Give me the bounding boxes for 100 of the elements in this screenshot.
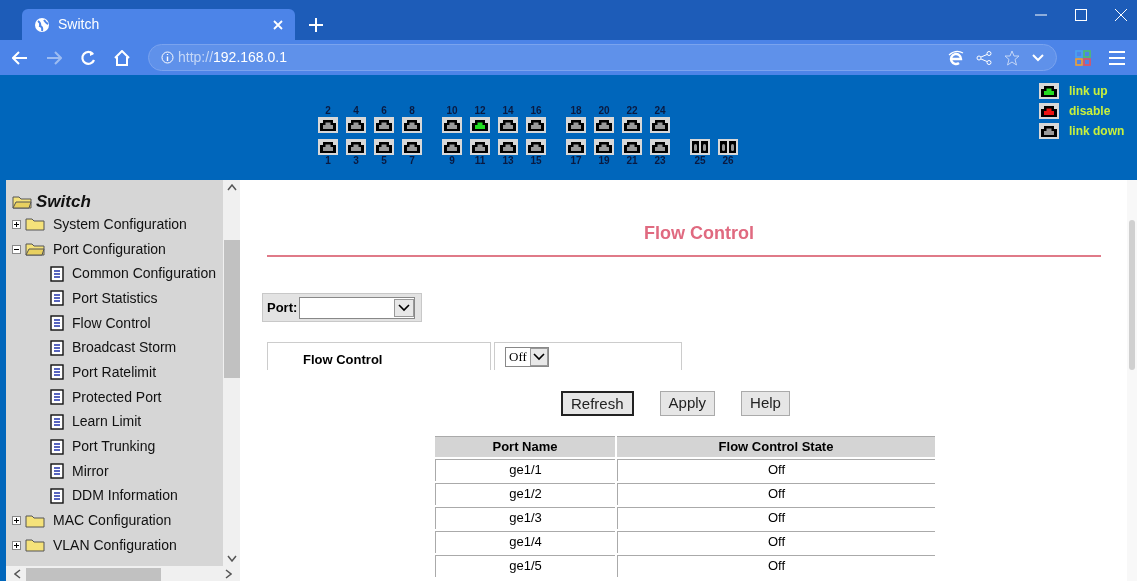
port-number: 16 — [530, 105, 542, 117]
port-number: 10 — [446, 105, 458, 117]
port-label: Port: — [267, 298, 298, 317]
star-icon[interactable] — [1004, 49, 1020, 66]
setting-label: Flow Control — [303, 350, 383, 369]
expand-icon[interactable] — [12, 516, 21, 526]
ethernet-port-icon — [402, 139, 422, 155]
setting-dropdown[interactable]: Off — [505, 346, 549, 367]
form-button[interactable]: Help — [741, 391, 790, 416]
document-icon — [50, 290, 64, 307]
ethernet-port-icon — [374, 117, 394, 133]
close-icon[interactable] — [273, 19, 283, 30]
tree-item[interactable]: DDM Information — [72, 485, 178, 507]
ethernet-port-icon — [498, 139, 518, 155]
horizontal-scrollbar[interactable] — [6, 566, 240, 581]
home-icon[interactable] — [114, 49, 130, 66]
vertical-scrollbar[interactable] — [1127, 180, 1137, 581]
tree-item[interactable]: Port Trunking — [72, 436, 156, 458]
tree-folder[interactable]: MAC Configuration — [53, 510, 172, 532]
scrollbar-thumb[interactable] — [1129, 220, 1135, 370]
scroll-right-icon[interactable] — [225, 568, 232, 579]
ethernet-port-icon — [498, 117, 518, 133]
form-button[interactable]: Refresh — [561, 391, 634, 416]
port-number: 6 — [381, 105, 387, 117]
ethernet-port-icon — [318, 139, 338, 155]
ethernet-port-icon — [318, 117, 338, 133]
close-icon[interactable] — [1115, 9, 1127, 21]
ethernet-port-icon — [1039, 103, 1059, 119]
scrollbar-thumb[interactable] — [224, 240, 240, 378]
ethernet-port-icon — [1039, 83, 1059, 99]
document-icon — [50, 389, 64, 406]
tree-item[interactable]: Port Ratelimit — [72, 361, 157, 383]
document-icon — [50, 339, 64, 356]
form-button[interactable]: Apply — [659, 391, 716, 416]
maximize-icon[interactable] — [1075, 9, 1087, 21]
browser-tab[interactable]: Switch — [22, 9, 295, 40]
table-cell: Off — [617, 458, 935, 481]
chevron-down-icon[interactable] — [529, 347, 548, 366]
reload-icon[interactable] — [80, 49, 96, 66]
ethernet-port-icon — [594, 139, 614, 155]
tree-root[interactable]: Switch — [36, 189, 91, 215]
scrollbar-thumb[interactable] — [26, 568, 161, 581]
ethernet-port-icon — [526, 117, 546, 133]
table-cell: Off — [617, 554, 935, 577]
back-icon[interactable] — [12, 50, 28, 65]
scroll-up-icon[interactable] — [226, 184, 237, 191]
ethernet-port-icon — [650, 139, 670, 155]
browser-logo-icon[interactable] — [948, 49, 964, 66]
port-number: 21 — [626, 155, 638, 167]
port-number: 13 — [502, 155, 514, 167]
tree-item[interactable]: Learn Limit — [72, 411, 142, 433]
tree-item[interactable]: Protected Port — [72, 386, 162, 408]
port-number: 1 — [325, 155, 331, 167]
info-icon — [161, 51, 174, 64]
forward-icon[interactable] — [46, 50, 62, 65]
tab-title: Switch — [58, 15, 101, 34]
menu-icon[interactable] — [1109, 50, 1125, 65]
table-cell: ge1/5 — [435, 554, 616, 577]
tree-item[interactable]: Port Statistics — [72, 287, 158, 309]
folder-icon — [25, 538, 45, 553]
share-icon[interactable] — [976, 50, 992, 65]
expand-icon[interactable] — [12, 540, 21, 550]
tree-item[interactable]: Mirror — [72, 460, 109, 482]
port-number: 17 — [570, 155, 582, 167]
column-header: Flow Control State — [617, 436, 935, 457]
tree-item[interactable]: Flow Control — [72, 312, 151, 334]
ethernet-port-icon — [650, 117, 670, 133]
ethernet-port-icon — [526, 139, 546, 155]
vertical-scrollbar[interactable] — [223, 180, 240, 566]
tree-folder[interactable]: System Configuration — [53, 213, 187, 235]
document-icon — [50, 413, 64, 430]
tree-folder[interactable]: VLAN Configuration — [53, 534, 177, 556]
scroll-left-icon[interactable] — [14, 568, 21, 579]
table-cell: ge1/2 — [435, 482, 616, 505]
tree-item[interactable]: Common Configuration — [72, 263, 216, 285]
port-number: 7 — [409, 155, 415, 167]
collapse-icon[interactable] — [12, 244, 21, 254]
expand-icon[interactable] — [12, 219, 21, 229]
globe-icon — [34, 16, 50, 33]
ethernet-port-icon — [442, 139, 462, 155]
port-number: 12 — [474, 105, 486, 117]
tree-folder[interactable]: Port Configuration — [53, 238, 166, 260]
document-icon — [50, 364, 64, 381]
port-number: 15 — [530, 155, 542, 167]
tree-item[interactable]: Broadcast Storm — [72, 337, 177, 359]
port-number: 9 — [449, 155, 455, 167]
document-icon — [50, 265, 64, 282]
ethernet-port-icon — [622, 117, 642, 133]
chevron-down-icon[interactable] — [394, 298, 415, 317]
table-cell: ge1/3 — [435, 506, 616, 529]
scroll-down-icon[interactable] — [226, 555, 237, 562]
port-number: 4 — [353, 105, 359, 117]
port-number: 5 — [381, 155, 387, 167]
port-number: 23 — [654, 155, 666, 167]
port-number: 19 — [598, 155, 610, 167]
table-cell: Off — [617, 506, 935, 529]
new-tab-icon[interactable] — [309, 18, 323, 32]
ethernet-port-icon — [1039, 123, 1059, 139]
document-icon — [50, 438, 64, 455]
ethernet-port-icon — [346, 139, 366, 155]
